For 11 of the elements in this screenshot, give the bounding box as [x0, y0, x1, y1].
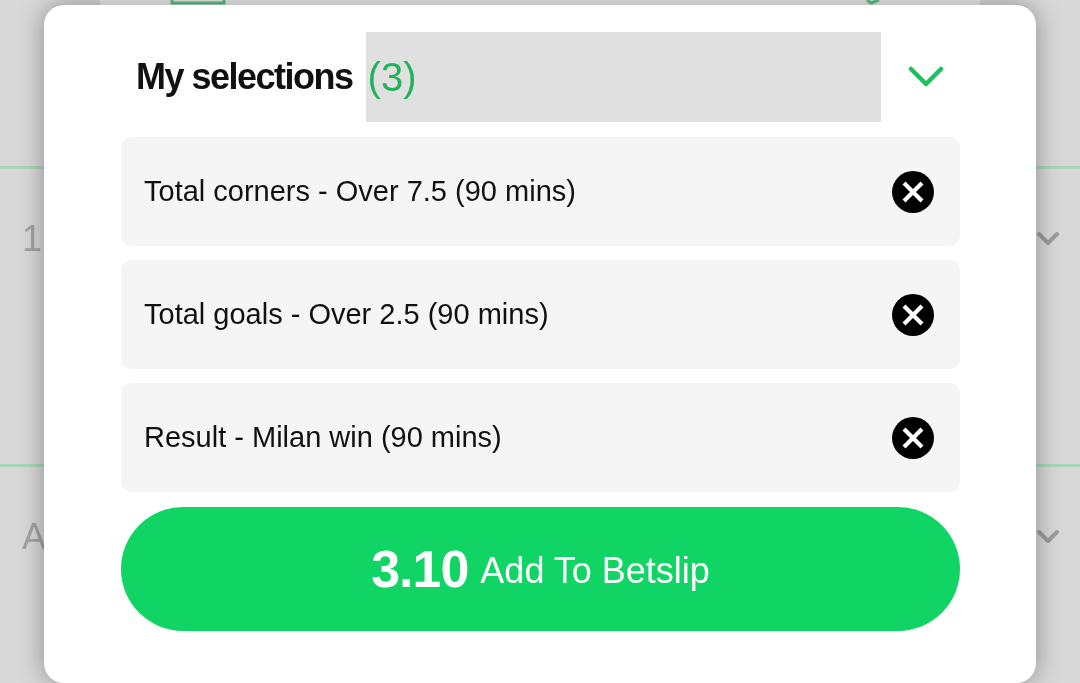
selection-label: Result - Milan win (90 mins): [144, 421, 502, 454]
close-icon[interactable]: [892, 416, 934, 459]
panel-title: My selections: [136, 56, 353, 98]
selection-label: Total goals - Over 2.5 (90 mins): [144, 298, 549, 331]
close-icon[interactable]: [892, 170, 934, 213]
check-icon: [866, 0, 880, 5]
close-icon[interactable]: [892, 293, 934, 336]
frame-icon: [170, 0, 226, 5]
add-to-betslip-button[interactable]: 3.10 Add To Betslip: [121, 507, 960, 631]
selection-label: Total corners - Over 7.5 (90 mins): [144, 175, 576, 208]
selection-count: (3): [367, 54, 417, 100]
